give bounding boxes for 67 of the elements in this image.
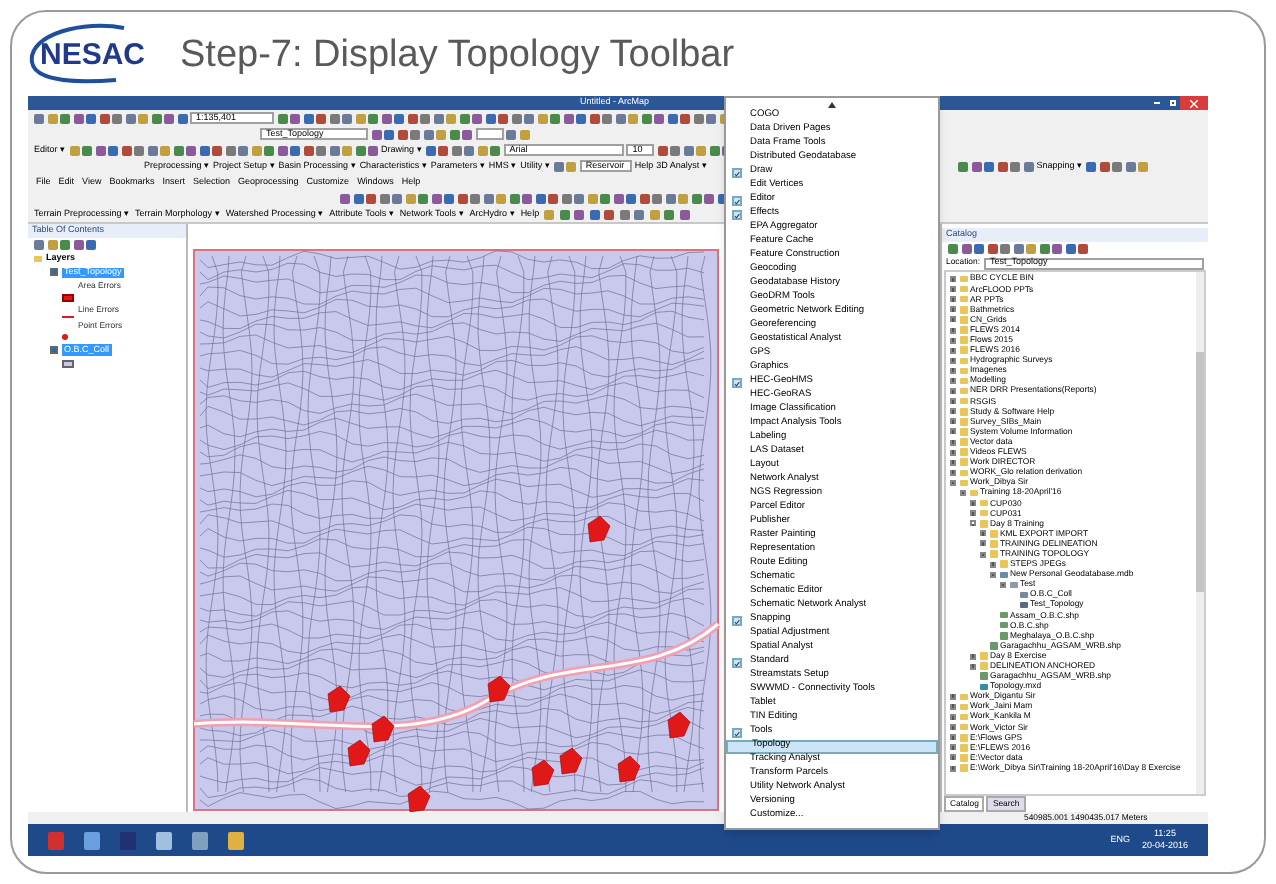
dataset-icon (1009, 581, 1017, 589)
slide-title: Step-7: Display Topology Toolbar (180, 35, 735, 73)
collapse-icon[interactable] (970, 520, 976, 527)
collapse-icon[interactable] (960, 490, 966, 497)
minimize-icon[interactable] (1148, 96, 1164, 110)
expand-icon[interactable] (950, 327, 956, 334)
expand-icon[interactable] (950, 367, 956, 374)
expand-icon[interactable] (950, 408, 956, 415)
area-swatch (62, 293, 74, 302)
expand-icon[interactable] (970, 663, 976, 670)
expand-icon[interactable] (950, 765, 956, 772)
expand-icon[interactable] (950, 459, 956, 466)
expand-icon[interactable] (970, 500, 976, 507)
expand-icon[interactable] (950, 377, 956, 384)
point-swatch (62, 334, 68, 341)
expand-icon[interactable] (950, 428, 956, 435)
expand-icon[interactable] (950, 714, 956, 721)
expand-icon[interactable] (950, 276, 956, 283)
scrollbar[interactable] (1196, 272, 1204, 794)
expand-icon[interactable] (980, 540, 986, 547)
folder-icon (34, 255, 42, 262)
expand-icon[interactable] (950, 734, 956, 741)
collapse-icon[interactable] (950, 479, 956, 486)
shapefile-icon (979, 672, 987, 680)
expand-icon[interactable] (950, 357, 956, 364)
expand-icon[interactable] (950, 286, 956, 293)
collapse-icon[interactable] (980, 551, 986, 558)
expand-icon[interactable] (950, 449, 956, 456)
expand-icon[interactable] (950, 337, 956, 344)
close-icon[interactable] (1190, 99, 1198, 107)
expand-icon[interactable] (950, 306, 956, 313)
polygon-swatch (62, 359, 74, 368)
taskbar-app-icon[interactable] (84, 831, 100, 849)
layer-checkbox[interactable] (50, 268, 58, 277)
collapse-icon[interactable] (990, 571, 996, 578)
expand-icon[interactable] (950, 744, 956, 751)
logo-text: NESAC (40, 39, 146, 69)
expand-icon[interactable] (950, 693, 956, 700)
expand-icon[interactable] (950, 469, 956, 476)
taskbar-app-icon[interactable] (192, 831, 208, 849)
expand-icon[interactable] (950, 296, 956, 303)
expand-icon[interactable] (950, 724, 956, 731)
expand-icon[interactable] (950, 388, 956, 395)
taskbar-app-icon[interactable] (156, 831, 172, 849)
collapse-icon[interactable] (1000, 581, 1006, 588)
mxd-icon (979, 683, 987, 691)
expand-icon[interactable] (950, 754, 956, 761)
taskbar-app-icon[interactable] (228, 831, 244, 849)
zoom-field[interactable] (475, 128, 503, 140)
expand-icon[interactable] (990, 561, 996, 568)
expand-icon[interactable] (970, 510, 976, 517)
topology-icon (1019, 601, 1027, 609)
expand-icon[interactable] (950, 316, 956, 323)
expand-icon[interactable] (950, 398, 956, 405)
expand-icon[interactable] (950, 439, 956, 446)
expand-icon[interactable] (950, 347, 956, 354)
scroll-up-icon[interactable] (828, 101, 836, 107)
layer-checkbox[interactable] (50, 345, 58, 354)
expand-icon[interactable] (970, 653, 976, 660)
feature-icon (1019, 591, 1027, 599)
expand-icon[interactable] (980, 530, 986, 537)
geodatabase-icon (999, 571, 1007, 579)
close-button[interactable] (1180, 96, 1208, 110)
expand-icon[interactable] (950, 418, 956, 425)
line-swatch (62, 316, 74, 319)
expand-icon[interactable] (950, 703, 956, 710)
maximize-icon[interactable] (1164, 96, 1180, 110)
